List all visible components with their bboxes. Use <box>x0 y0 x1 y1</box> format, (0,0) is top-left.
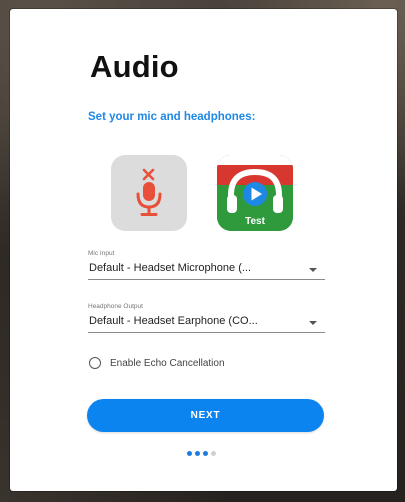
step-dot-3 <box>203 451 208 456</box>
echo-cancellation-option[interactable]: Enable Echo Cancellation <box>89 355 225 371</box>
headphone-output-value: Default - Headset Earphone (CO... <box>89 315 258 327</box>
microphone-muted-icon <box>136 168 162 216</box>
dropdown-arrow-icon <box>309 321 317 325</box>
mic-toggle-button[interactable] <box>111 155 187 231</box>
headphones-play-icon: Test <box>217 155 293 231</box>
mic-input-select[interactable]: Mic Input Default - Headset Microphone (… <box>88 250 325 280</box>
headphone-output-dropdown[interactable]: Default - Headset Earphone (CO... <box>88 312 325 333</box>
test-label: Test <box>245 216 265 227</box>
page-title: Audio <box>90 49 179 84</box>
headphone-output-select[interactable]: Headphone Output Default - Headset Earph… <box>88 303 325 333</box>
headphone-output-label: Headphone Output <box>88 303 143 310</box>
audio-setup-dialog: Audio Set your mic and headphones: Test … <box>10 9 397 491</box>
step-dot-4 <box>211 451 216 456</box>
mic-input-dropdown[interactable]: Default - Headset Microphone (... <box>88 259 325 280</box>
step-dot-1 <box>187 451 192 456</box>
dropdown-arrow-icon <box>309 268 317 272</box>
mic-input-label: Mic Input <box>88 250 115 257</box>
mic-input-value: Default - Headset Microphone (... <box>89 262 252 274</box>
step-indicator <box>187 451 216 456</box>
echo-cancellation-label: Enable Echo Cancellation <box>110 357 225 369</box>
audio-test-button[interactable]: Test <box>217 155 293 231</box>
next-button[interactable]: NEXT <box>87 399 324 432</box>
page-subtitle: Set your mic and headphones: <box>88 111 256 123</box>
step-dot-2 <box>195 451 200 456</box>
echo-cancellation-radio[interactable] <box>89 357 101 369</box>
